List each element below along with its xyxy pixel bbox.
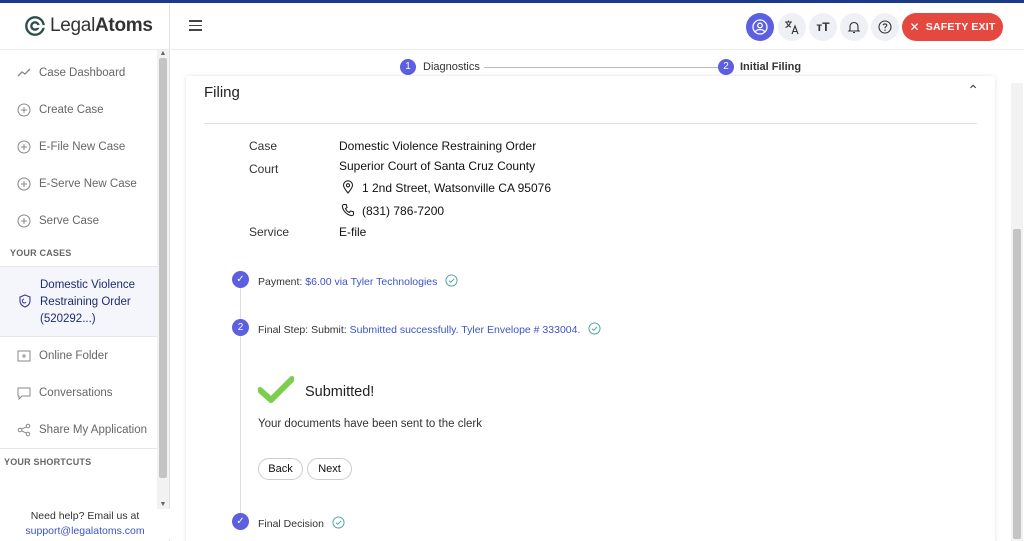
card-divider xyxy=(204,123,977,124)
card-title: Filing xyxy=(204,84,240,101)
menu-icon[interactable] xyxy=(189,20,203,32)
check-circle-icon xyxy=(332,516,345,529)
location-pin-icon xyxy=(342,180,354,194)
check-circle-icon xyxy=(445,274,458,287)
court-address: 1 2nd Street, Watsonville CA 95076 xyxy=(362,181,551,195)
help-text: Need help? Email us at xyxy=(30,510,140,522)
sidebar-item-serve-case[interactable]: Serve Case xyxy=(0,202,157,239)
shield-icon xyxy=(18,294,32,308)
sidebar-nav: Case Dashboard Create Case E-File New Ca… xyxy=(0,54,157,475)
text-size-icon: тT xyxy=(816,20,830,34)
success-checkmark-icon xyxy=(258,376,294,403)
sidebar-item-online-folder[interactable]: Online Folder xyxy=(0,337,157,374)
plus-circle-icon xyxy=(17,214,31,228)
submitted-message: Your documents have been sent to the cle… xyxy=(258,418,482,430)
step-1-label[interactable]: Diagnostics xyxy=(423,61,480,73)
main-scrollbar[interactable] xyxy=(1011,83,1023,541)
service-value: E-file xyxy=(339,225,367,239)
brand-name: LegalAtoms xyxy=(50,15,153,36)
final-decision-row: Final Decision xyxy=(258,516,345,530)
safety-exit-button[interactable]: ✕ SAFETY EXIT xyxy=(902,13,1003,41)
payment-row: Payment: $6.00 via Tyler Technologies xyxy=(258,274,458,288)
close-icon: ✕ xyxy=(909,20,920,34)
sidebar-item-label: Share My Application xyxy=(39,423,148,436)
sidebar-item-label: Online Folder xyxy=(39,349,109,362)
sidebar-item-label: E-Serve New Case xyxy=(39,177,137,190)
main-scrollbar-thumb[interactable] xyxy=(1013,229,1021,539)
sidebar-item-case-dashboard[interactable]: Case Dashboard xyxy=(0,54,157,91)
case-label: Case xyxy=(249,139,278,153)
final-step-label: Final Step: Submit: xyxy=(258,324,347,336)
chevron-up-icon[interactable]: ⌃ xyxy=(967,82,979,99)
your-cases-heading: YOUR CASES xyxy=(10,247,72,258)
check-circle-icon xyxy=(588,322,601,335)
sidebar-item-efile-new-case[interactable]: E-File New Case xyxy=(0,128,157,165)
bell-icon xyxy=(847,21,861,34)
back-button[interactable]: Back xyxy=(258,458,303,480)
text-size-button[interactable]: тT xyxy=(809,13,837,41)
filing-card: Filing ⌃ Case Domestic Violence Restrain… xyxy=(186,76,995,541)
safety-exit-label: SAFETY EXIT xyxy=(925,21,996,33)
case-title: Domestic Violence Restraining Order (520… xyxy=(40,279,136,325)
folder-plus-icon xyxy=(17,349,31,363)
phone-icon xyxy=(341,203,355,217)
payment-label: Payment: xyxy=(258,276,303,288)
notifications-button[interactable] xyxy=(840,13,868,41)
sidebar-case-item[interactable]: Domestic Violence Restraining Order (520… xyxy=(0,266,157,337)
plus-circle-icon xyxy=(17,103,31,117)
user-circle-icon xyxy=(752,19,768,35)
help-footer: Need help? Email us at support@legalatom… xyxy=(0,509,170,539)
sidebar-item-conversations[interactable]: Conversations xyxy=(0,374,157,411)
sidebar-item-label: E-File New Case xyxy=(39,140,126,153)
final-decision-label: Final Decision xyxy=(258,518,324,530)
sidebar-item-share-application[interactable]: Share My Application xyxy=(0,411,157,448)
step-2-label[interactable]: Initial Filing xyxy=(740,61,801,73)
legalatoms-logo-icon xyxy=(25,16,46,36)
scroll-up-arrow-icon[interactable]: ▲ xyxy=(157,50,169,58)
step-2-badge: 2 xyxy=(232,319,249,336)
share-icon xyxy=(17,423,31,437)
translate-icon xyxy=(785,20,799,35)
timeline-line xyxy=(240,279,241,519)
sidebar-item-label: Create Case xyxy=(39,103,104,116)
help-email-link[interactable]: support@legalatoms.com xyxy=(25,525,144,537)
sidebar-item-label: Serve Case xyxy=(39,214,100,227)
final-step-link[interactable]: Submitted successfully. Tyler Envelope #… xyxy=(350,324,581,336)
sidebar-item-label: Conversations xyxy=(39,386,113,399)
scroll-down-arrow-icon[interactable]: ▼ xyxy=(157,501,169,509)
help-button[interactable] xyxy=(871,13,899,41)
sidebar-scrollbar-thumb[interactable] xyxy=(159,58,167,478)
sidebar-scrollbar[interactable]: ▲ ▼ xyxy=(157,50,169,509)
court-value: Superior Court of Santa Cruz County xyxy=(339,159,536,173)
chart-line-icon xyxy=(17,66,31,80)
step-2-circle[interactable]: 2 xyxy=(718,59,734,75)
sidebar-item-label: Case Dashboard xyxy=(39,66,126,79)
step-1-circle[interactable]: 1 xyxy=(400,59,416,75)
service-label: Service xyxy=(249,225,290,239)
sidebar-item-eserve-new-case[interactable]: E-Serve New Case xyxy=(0,165,157,202)
final-step-row: Final Step: Submit: Submitted successful… xyxy=(258,322,601,336)
brand-logo[interactable]: LegalAtoms xyxy=(0,3,169,50)
sidebar-item-create-case[interactable]: Create Case xyxy=(0,91,157,128)
chat-icon xyxy=(17,386,31,400)
your-shortcuts-heading: YOUR SHORTCUTS xyxy=(0,448,157,475)
plus-circle-icon xyxy=(17,140,31,154)
sidebar: LegalAtoms Case Dashboard Create Case E-… xyxy=(0,3,170,541)
question-circle-icon xyxy=(878,20,892,34)
court-phone: (831) 786-7200 xyxy=(362,204,445,218)
check-icon: ✓ xyxy=(232,271,249,288)
plus-circle-icon xyxy=(17,177,31,191)
payment-link[interactable]: $6.00 via Tyler Technologies xyxy=(305,276,437,288)
profile-button[interactable] xyxy=(746,13,774,41)
next-button[interactable]: Next xyxy=(307,458,352,480)
check-icon: ✓ xyxy=(232,513,249,530)
court-label: Court xyxy=(249,162,279,176)
translate-button[interactable] xyxy=(778,13,806,41)
submitted-title: Submitted! xyxy=(305,384,375,400)
top-header: тT ✕ SAFETY EXIT xyxy=(171,3,1024,50)
case-value: Domestic Violence Restraining Order xyxy=(339,139,537,153)
stepper-connector xyxy=(484,67,718,68)
